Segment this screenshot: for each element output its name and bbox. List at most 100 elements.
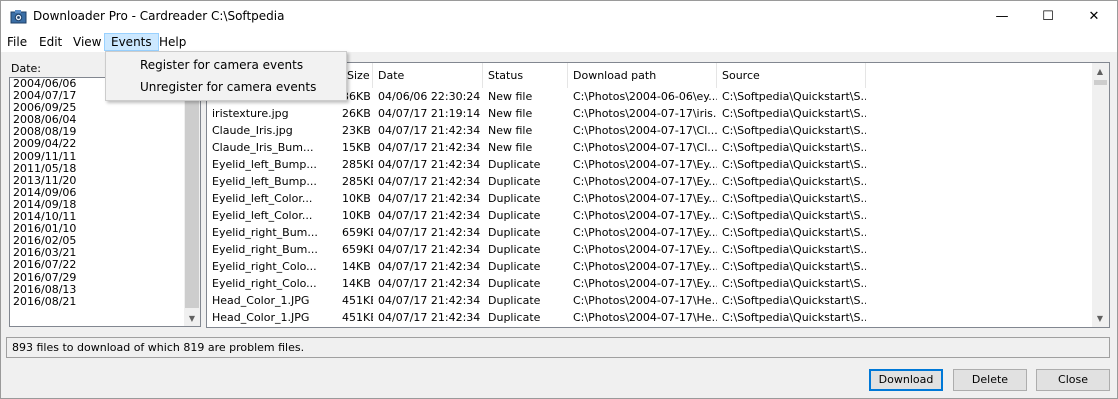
date-scroll-thumb[interactable] — [185, 96, 199, 308]
scroll-down-icon[interactable]: ▼ — [1092, 310, 1108, 326]
date-scrollbar[interactable]: ▲ ▼ — [184, 78, 200, 326]
date-list-item[interactable]: 2016/07/29 — [10, 271, 200, 284]
table-body: 36KB 04/06/06 22:30:24 New file C:\Photos\2… — [207, 88, 1093, 326]
cell-status: Duplicate — [488, 192, 541, 205]
cell-size: 15KB — [342, 141, 371, 154]
window-title: Downloader Pro - Cardreader C:\Softpedia — [33, 9, 285, 23]
date-list[interactable]: 2004/06/06 2004/07/17 2006/09/25 2008/06/04… — [9, 77, 201, 327]
cell-date: 04/07/17 21:42:34 — [378, 243, 481, 256]
cell-size: 285KB — [342, 175, 373, 188]
date-list-item[interactable]: 2009/11/11 — [10, 150, 200, 163]
cell-path: C:\Photos\2004-07-17\Ey... — [573, 209, 717, 222]
cell-name: Eyelid_left_Bump... — [212, 175, 317, 188]
cell-path: C:\Photos\2004-07-17\Ey... — [573, 158, 717, 171]
cell-source: C:\Softpedia\Quickstart\S... — [722, 158, 866, 171]
cell-name: Eyelid_left_Color... — [212, 209, 313, 222]
cell-size: 23KB — [342, 124, 371, 137]
camera-icon — [10, 10, 27, 24]
cell-path: C:\Photos\2004-07-17\Cl... — [573, 141, 717, 154]
column-header-date[interactable]: Date — [373, 63, 483, 88]
column-header-download-path[interactable]: Download path — [568, 63, 717, 88]
menu-bar: File Edit View Events Help — [1, 32, 1117, 52]
cell-status: Duplicate — [488, 260, 541, 273]
table-scroll-thumb[interactable] — [1094, 80, 1107, 85]
close-button[interactable]: Close — [1036, 369, 1110, 391]
cell-date: 04/07/17 21:42:34 — [378, 294, 481, 307]
register-camera-events-item[interactable]: Register for camera events — [108, 54, 344, 76]
column-header-source[interactable]: Source — [717, 63, 866, 88]
close-window-button[interactable]: ✕ — [1071, 1, 1117, 32]
scroll-up-icon[interactable]: ▲ — [1092, 63, 1108, 79]
file-table[interactable]: Size Date Status Download path Source 36… — [206, 62, 1110, 328]
unregister-camera-events-item[interactable]: Unregister for camera events — [108, 76, 344, 98]
cell-date: 04/07/17 21:42:34 — [378, 260, 481, 273]
date-list-item[interactable]: 2016/08/13 — [10, 283, 200, 296]
maximize-button[interactable]: ☐ — [1025, 1, 1071, 32]
table-row[interactable]: iristexture.jpg 26KB 04/07/17 21:19:14 New … — [207, 105, 1093, 122]
cell-date: 04/07/17 21:42:34 — [378, 277, 481, 290]
cell-status: Duplicate — [488, 175, 541, 188]
cell-path: C:\Photos\2004-07-17\Ey... — [573, 260, 717, 273]
cell-source: C:\Softpedia\Quickstart\S... — [722, 107, 866, 120]
table-scrollbar[interactable]: ▲ ▼ — [1092, 63, 1109, 327]
date-list-item[interactable]: 2016/08/21 — [10, 295, 200, 308]
menu-events[interactable]: Events — [104, 33, 159, 51]
cell-name: Eyelid_right_Colo... — [212, 260, 317, 273]
menu-view[interactable]: View — [67, 33, 107, 51]
cell-source: C:\Softpedia\Quickstart\S... — [722, 226, 866, 239]
cell-date: 04/07/17 21:42:34 — [378, 124, 481, 137]
cell-date: 04/07/17 21:42:34 — [378, 226, 481, 239]
cell-size: 659KB — [342, 243, 373, 256]
menu-file[interactable]: File — [1, 33, 33, 51]
table-row[interactable]: Head_Color_1.JPG 451KB 04/07/17 21:42:34 Du… — [207, 309, 1093, 326]
cell-date: 04/07/17 21:42:34 — [378, 311, 481, 324]
menu-help[interactable]: Help — [153, 33, 192, 51]
cell-path: C:\Photos\2004-07-17\Ey... — [573, 243, 717, 256]
table-row[interactable]: Eyelid_right_Colo... 14KB 04/07/17 21:42:3… — [207, 258, 1093, 275]
cell-size: 26KB — [342, 107, 371, 120]
table-row[interactable]: Eyelid_right_Bum... 659KB 04/07/17 21:42:3… — [207, 241, 1093, 258]
table-row[interactable]: Eyelid_left_Color... 10KB 04/07/17 21:42:3… — [207, 207, 1093, 224]
cell-source: C:\Softpedia\Quickstart\S... — [722, 124, 866, 137]
cell-source: C:\Softpedia\Quickstart\S... — [722, 294, 866, 307]
cell-date: 04/07/17 21:19:14 — [378, 107, 481, 120]
cell-name: Eyelid_right_Colo... — [212, 277, 317, 290]
table-row[interactable]: Eyelid_left_Bump... 285KB 04/07/17 21:42:3… — [207, 173, 1093, 190]
table-row[interactable]: Eyelid_right_Bum... 659KB 04/07/17 21:42:3… — [207, 224, 1093, 241]
table-row[interactable]: Eyelid_left_Color... 10KB 04/07/17 21:42:3… — [207, 190, 1093, 207]
cell-status: Duplicate — [488, 294, 541, 307]
table-row[interactable]: Head_Color_1.JPG 451KB 04/07/17 21:42:34 Du… — [207, 292, 1093, 309]
cell-source: C:\Softpedia\Quickstart\S... — [722, 141, 866, 154]
column-header-status[interactable]: Status — [483, 63, 568, 88]
delete-button[interactable]: Delete — [953, 369, 1027, 391]
cell-name: Eyelid_left_Bump... — [212, 158, 317, 171]
cell-path: C:\Photos\2004-07-17\Ey... — [573, 175, 717, 188]
date-list-item[interactable]: 2011/05/18 — [10, 162, 200, 175]
cell-path: C:\Photos\2004-07-17\iris... — [573, 107, 717, 120]
app-window: Downloader Pro - Cardreader C:\Softpedia… — [0, 0, 1118, 399]
menu-edit[interactable]: Edit — [33, 33, 68, 51]
table-row[interactable]: Eyelid_left_Bump... 285KB 04/07/17 21:42:3… — [207, 156, 1093, 173]
scroll-down-icon[interactable]: ▼ — [184, 310, 200, 326]
cell-source: C:\Softpedia\Quickstart\S... — [722, 175, 866, 188]
cell-size: 10KB — [342, 209, 371, 222]
cell-source: C:\Softpedia\Quickstart\S... — [722, 311, 866, 324]
table-row[interactable]: Claude_Iris_Bum... 15KB 04/07/17 21:42:34 N… — [207, 139, 1093, 156]
minimize-button[interactable]: — — [979, 1, 1025, 32]
cell-size: 285KB — [342, 158, 373, 171]
cell-status: Duplicate — [488, 226, 541, 239]
cell-source: C:\Softpedia\Quickstart\S... — [722, 90, 866, 103]
cell-path: C:\Photos\2004-07-17\Ey... — [573, 226, 717, 239]
cell-status: Duplicate — [488, 209, 541, 222]
cell-date: 04/07/17 21:42:34 — [378, 158, 481, 171]
cell-name: Head_Color_1.JPG — [212, 294, 310, 307]
date-list-item[interactable]: 2016/07/22 — [10, 259, 200, 271]
table-row[interactable]: Eyelid_right_Colo... 14KB 04/07/17 21:42:3… — [207, 275, 1093, 292]
download-button[interactable]: Download — [869, 369, 943, 391]
cell-name: Eyelid_left_Color... — [212, 192, 313, 205]
cell-date: 04/07/17 21:42:34 — [378, 175, 481, 188]
cell-source: C:\Softpedia\Quickstart\S... — [722, 260, 866, 273]
table-row[interactable]: Claude_Iris.jpg 23KB 04/07/17 21:42:34 New … — [207, 122, 1093, 139]
cell-name: iristexture.jpg — [212, 107, 289, 120]
date-list-item[interactable]: 2009/04/22 — [10, 138, 200, 150]
